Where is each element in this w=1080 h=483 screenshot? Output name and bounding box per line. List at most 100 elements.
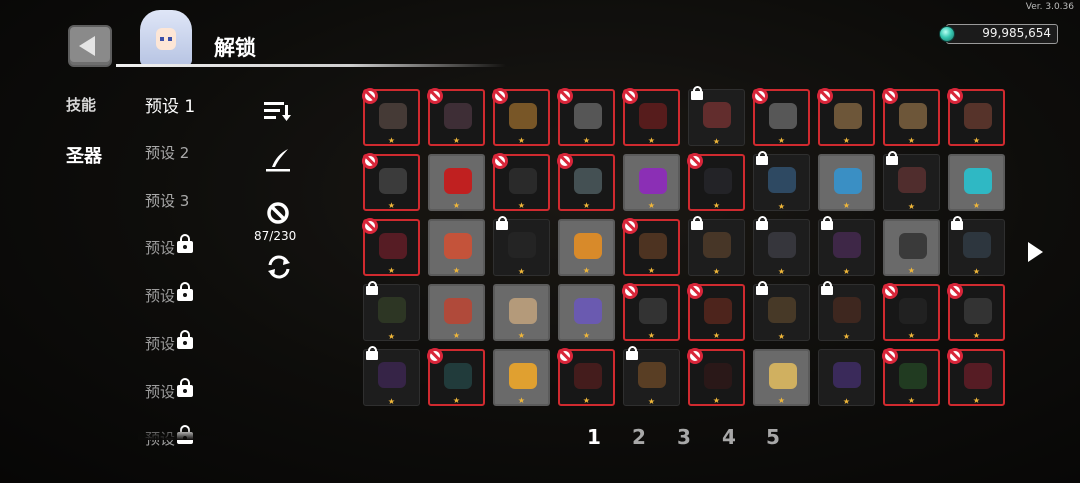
relic-slot[interactable]: ★ — [817, 88, 875, 146]
relic-slot[interactable]: ★ — [687, 283, 745, 341]
back-button[interactable] — [68, 25, 112, 67]
relic-slot[interactable]: ★ — [493, 349, 550, 406]
relic-slot[interactable]: ★ — [948, 154, 1005, 211]
relic-slot[interactable]: ★ — [882, 283, 940, 341]
relic-slot[interactable]: ★ — [427, 88, 485, 146]
relic-slot[interactable]: ★ — [428, 154, 485, 211]
relic-slot[interactable]: ★ — [687, 348, 745, 406]
relic-slot[interactable]: ★ — [948, 216, 1005, 276]
relic-slot[interactable]: ★ — [428, 219, 485, 276]
star-icon: ★ — [712, 267, 721, 276]
star-icon: ★ — [972, 267, 981, 276]
relic-slot[interactable]: ★ — [753, 151, 810, 211]
star-icon: ★ — [582, 201, 591, 210]
star-icon: ★ — [387, 332, 396, 341]
banned-icon — [817, 88, 833, 104]
relic-slot[interactable]: ★ — [362, 218, 420, 276]
relic-slot[interactable]: ★ — [818, 154, 875, 211]
quill-icon[interactable] — [266, 147, 292, 177]
relic-slot[interactable]: ★ — [687, 153, 745, 211]
category-tab-relics[interactable]: 圣器 — [66, 142, 102, 168]
relic-slot[interactable]: ★ — [818, 349, 875, 406]
ban-icon[interactable] — [266, 201, 290, 229]
preset-item[interactable]: 预设 — [145, 282, 194, 306]
relic-slot[interactable]: ★ — [947, 348, 1005, 406]
preset-item[interactable]: 预设 1 — [145, 92, 195, 117]
relic-slot[interactable]: ★ — [557, 153, 615, 211]
preset-item[interactable]: 预设 — [145, 234, 194, 258]
relic-slot[interactable]: ★ — [493, 284, 550, 341]
relic-slot[interactable]: ★ — [557, 88, 615, 146]
relic-item-icon — [638, 362, 666, 388]
relic-slot[interactable]: ★ — [622, 218, 680, 276]
sort-icon[interactable] — [264, 100, 292, 126]
relic-slot[interactable]: ★ — [363, 346, 420, 406]
lock-icon — [756, 151, 768, 165]
relic-slot[interactable]: ★ — [882, 88, 940, 146]
relic-item-icon — [899, 233, 927, 259]
relic-item-icon — [379, 168, 407, 194]
lock-icon — [177, 282, 194, 301]
relic-slot[interactable]: ★ — [818, 281, 875, 341]
relic-slot[interactable]: ★ — [752, 88, 810, 146]
relic-slot[interactable]: ★ — [883, 151, 940, 211]
relic-slot[interactable]: ★ — [362, 153, 420, 211]
relic-slot[interactable]: ★ — [947, 88, 1005, 146]
star-icon: ★ — [712, 331, 721, 340]
banned-icon — [362, 88, 378, 104]
relic-slot[interactable]: ★ — [753, 281, 810, 341]
relic-item-icon — [444, 233, 472, 259]
relic-item-icon — [898, 167, 926, 193]
relic-slot[interactable]: ★ — [947, 283, 1005, 341]
page-number[interactable]: 5 — [766, 425, 780, 449]
preset-item[interactable]: 预设 3 — [145, 190, 189, 211]
relic-item-icon — [639, 168, 667, 194]
lock-icon — [496, 216, 508, 230]
relic-slot[interactable]: ★ — [558, 219, 615, 276]
category-tab-skills[interactable]: 技能 — [66, 94, 96, 115]
refresh-icon[interactable] — [265, 253, 293, 285]
preset-item[interactable]: 预设 2 — [145, 142, 189, 163]
relic-slot[interactable]: ★ — [428, 284, 485, 341]
star-icon: ★ — [777, 267, 786, 276]
relic-slot[interactable]: ★ — [558, 284, 615, 341]
star-icon: ★ — [842, 136, 851, 145]
page-number[interactable]: 4 — [722, 425, 736, 449]
relic-slot[interactable]: ★ — [882, 348, 940, 406]
relic-slot[interactable]: ★ — [362, 88, 420, 146]
star-icon: ★ — [387, 397, 396, 406]
relic-slot[interactable]: ★ — [753, 216, 810, 276]
relic-slot[interactable]: ★ — [623, 154, 680, 211]
star-icon: ★ — [517, 201, 526, 210]
preset-item[interactable]: 预设 — [145, 330, 194, 354]
relic-slot[interactable]: ★ — [557, 348, 615, 406]
relic-item-icon — [639, 233, 667, 259]
relic-slot[interactable]: ★ — [688, 216, 745, 276]
back-arrow-icon — [79, 36, 95, 56]
banned-icon — [557, 348, 573, 364]
relic-slot[interactable]: ★ — [688, 86, 745, 146]
relic-slot[interactable]: ★ — [493, 216, 550, 276]
star-icon: ★ — [777, 136, 786, 145]
relic-slot[interactable]: ★ — [623, 346, 680, 406]
page-number[interactable]: 3 — [677, 425, 691, 449]
relic-item-icon — [964, 103, 992, 129]
page-number[interactable]: 1 — [587, 425, 601, 449]
relic-item-icon — [444, 103, 472, 129]
relic-item-icon — [963, 232, 991, 258]
relic-item-icon — [704, 168, 732, 194]
relic-slot[interactable]: ★ — [427, 348, 485, 406]
next-page-arrow-icon[interactable] — [1028, 242, 1043, 262]
page-number[interactable]: 2 — [632, 425, 646, 449]
relic-slot[interactable]: ★ — [492, 88, 550, 146]
relic-item-icon — [574, 103, 602, 129]
relic-slot[interactable]: ★ — [818, 216, 875, 276]
preset-item[interactable]: 预设 — [145, 378, 194, 402]
relic-slot[interactable]: ★ — [622, 88, 680, 146]
relic-item-icon — [768, 167, 796, 193]
relic-slot[interactable]: ★ — [492, 153, 550, 211]
relic-slot[interactable]: ★ — [363, 281, 420, 341]
relic-slot[interactable]: ★ — [753, 349, 810, 406]
relic-slot[interactable]: ★ — [883, 219, 940, 276]
relic-slot[interactable]: ★ — [622, 283, 680, 341]
